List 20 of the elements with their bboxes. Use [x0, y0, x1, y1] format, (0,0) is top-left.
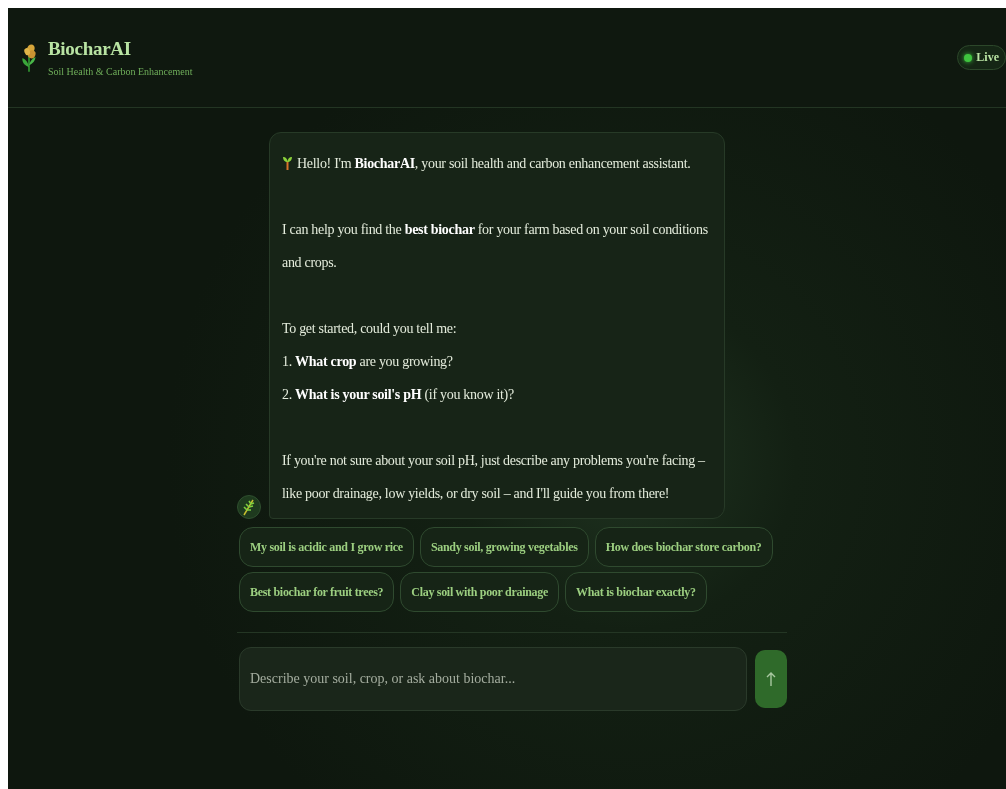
live-label: Live: [976, 50, 999, 65]
suggestion-chip[interactable]: My soil is acidic and I grow rice: [239, 527, 414, 567]
suggestion-chip[interactable]: What is biochar exactly?: [565, 572, 707, 612]
app-title: BiocharAI: [48, 38, 132, 60]
app-subtitle: Soil Health & Carbon Enhancement: [48, 66, 193, 77]
send-button[interactable]: [755, 650, 787, 708]
sprout-icon: [282, 156, 293, 170]
question-item: 2. What is your soil's pH (if you know it)?: [282, 386, 515, 404]
question-item: 1. What crop are you growing?: [282, 353, 454, 371]
message-paragraph: If you're not sure about your soil pH, just describe any problems you're facing – like poor drainage, low yields, or dry soil – and I'll guide you from there!: [282, 452, 706, 503]
suggestion-chip[interactable]: Sandy soil, growing vegetables: [419, 527, 589, 567]
question-intro: To get started, could you tell me:: [282, 320, 458, 338]
bot-avatar: [237, 495, 261, 519]
suggestion-chip[interactable]: How does biochar store carbon?: [594, 527, 773, 567]
arrow-up-icon: [766, 671, 776, 687]
suggestion-chip[interactable]: Best biochar for fruit trees?: [239, 572, 395, 612]
message-input[interactable]: Describe your soil, crop, or ask about biochar...: [239, 647, 747, 711]
message-paragraph: I can help you find the best biochar for your farm based on your soil conditions and crops.: [282, 221, 709, 272]
greeting-text: Hello! I'm BiocharAI, your soil health and carbon enhancement assistant.: [297, 156, 691, 171]
suggestion-chip[interactable]: Clay soil with poor drainage: [400, 572, 559, 612]
